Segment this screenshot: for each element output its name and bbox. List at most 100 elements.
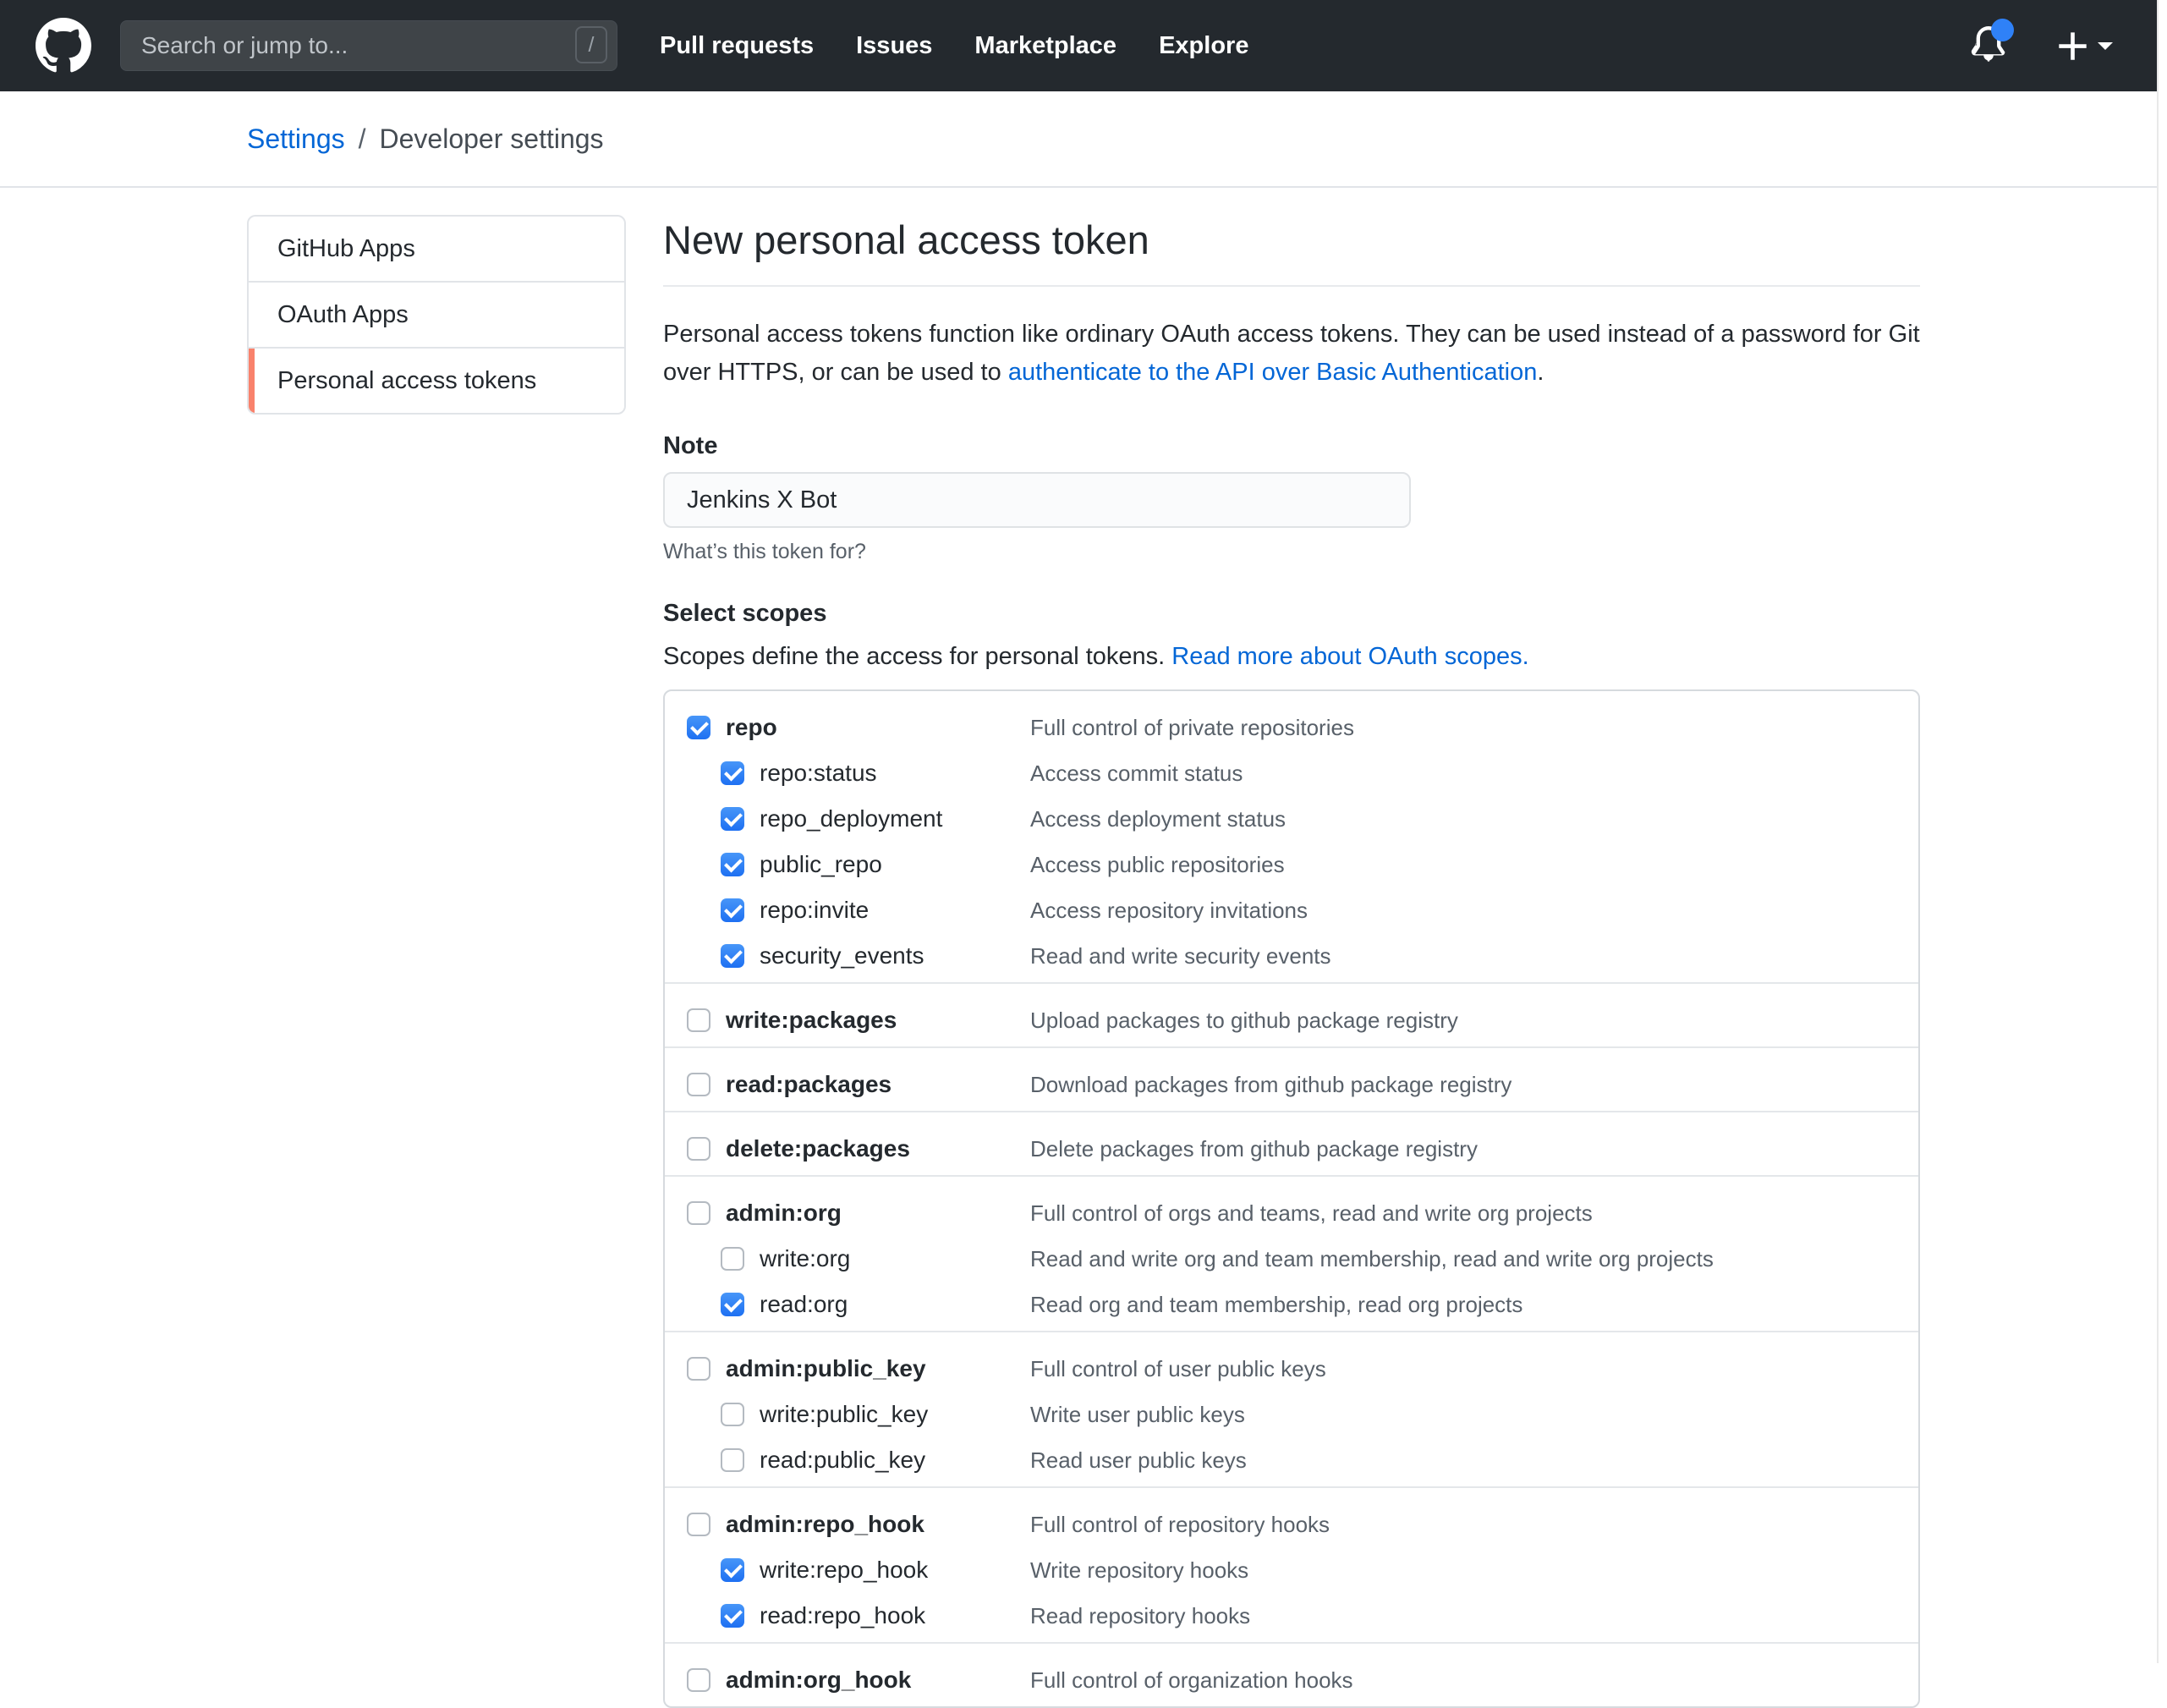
scope-label-box: write:repo_hook [760, 1557, 1030, 1584]
scope-row-write-public_key: write:public_keyWrite user public keys [721, 1400, 1896, 1429]
scope-row-read-public_key: read:public_key Read user public keys [721, 1446, 1896, 1475]
menu-item-oauth-apps[interactable]: OAuth Apps [249, 281, 624, 347]
scope-checkbox-read-org[interactable] [721, 1293, 744, 1316]
scope-checkbox-admin-org_hook[interactable] [687, 1668, 710, 1692]
scope-row-admin-repo_hook: admin:repo_hookFull control of repositor… [687, 1510, 1896, 1539]
scope-label-box: admin:org_hook [726, 1667, 1030, 1694]
scope-description: Access public repositories [1030, 852, 1285, 878]
scope-group-read-packages: read:packagesDownload packages from gith… [665, 1046, 1918, 1111]
scope-row-public_repo: public_repoAccess public repositories [721, 850, 1896, 879]
scope-label: admin:public_key [726, 1355, 926, 1381]
scope-label-box: admin:repo_hook [726, 1511, 1030, 1538]
scope-row-write-repo_hook: write:repo_hookWrite repository hooks [721, 1556, 1896, 1584]
menu-item-label: GitHub Apps [277, 235, 415, 263]
scope-list: repoFull control of private repositories… [663, 689, 1920, 1708]
main-column: New personal access token Personal acces… [663, 215, 1920, 1708]
scope-label: read:public_key [760, 1447, 925, 1473]
page-title: New personal access token [663, 217, 1920, 287]
scope-description: Upload packages to github package regist… [1030, 1008, 1458, 1034]
breadcrumb-current: Developer settings [380, 124, 604, 155]
search-input[interactable] [120, 20, 617, 71]
scope-label: write:org [760, 1245, 850, 1271]
scope-label: read:packages [726, 1071, 891, 1097]
scope-row-read-org: read:orgRead org and team membership, re… [721, 1290, 1896, 1319]
scope-checkbox-write-public_key[interactable] [721, 1403, 744, 1426]
basic-auth-link[interactable]: authenticate to the API over Basic Authe… [1008, 359, 1538, 386]
scope-label-box: repo [726, 714, 1030, 741]
breadcrumb-bar: Settings / Developer settings [0, 91, 2167, 188]
scrollbar-track[interactable] [2157, 0, 2167, 1663]
oauth-scopes-link[interactable]: Read more about OAuth scopes. [1171, 643, 1528, 670]
scope-checkbox-read-repo_hook[interactable] [721, 1604, 744, 1628]
scope-group-admin-repo_hook: admin:repo_hookFull control of repositor… [665, 1486, 1918, 1642]
nav-item-pull-requests[interactable]: Pull requests [660, 32, 814, 60]
scope-label-box: write:public_key [760, 1401, 1030, 1428]
breadcrumb-settings-link[interactable]: Settings [247, 124, 345, 155]
scope-description: Write repository hooks [1030, 1557, 1248, 1584]
plus-icon [2057, 30, 2088, 62]
scope-label: admin:org_hook [726, 1667, 911, 1693]
create-new-button[interactable] [2057, 30, 2113, 62]
scope-description: Access repository invitations [1030, 898, 1308, 924]
scope-description: Read and write org and team membership, … [1030, 1246, 1714, 1272]
main-nav: Pull requests Issues Marketplace Explore [660, 32, 1248, 60]
scope-description: Read and write security events [1030, 943, 1331, 969]
scope-label-box: public_repo [760, 851, 1030, 878]
scope-label-box: read:public_key [760, 1447, 1030, 1474]
scope-description: Access deployment status [1030, 806, 1286, 832]
menu-item-label: Personal access tokens [277, 367, 536, 395]
menu-item-label: OAuth Apps [277, 301, 409, 329]
scope-label: repo_deployment [760, 805, 942, 832]
scope-row-security_events: security_eventsRead and write security e… [721, 942, 1896, 970]
nav-item-explore[interactable]: Explore [1159, 32, 1248, 60]
scope-checkbox-write-packages[interactable] [687, 1008, 710, 1032]
scope-row-write-org: write:org Read and write org and team mem… [721, 1244, 1896, 1273]
scope-checkbox-write-repo_hook[interactable] [721, 1558, 744, 1582]
scope-label-box: delete:packages [726, 1135, 1030, 1162]
scope-checkbox-write-org[interactable] [721, 1247, 744, 1271]
scope-row-admin-org_hook: admin:org_hookFull control of organizati… [687, 1666, 1896, 1694]
note-input[interactable] [663, 472, 1411, 528]
scope-checkbox-repo[interactable] [687, 716, 710, 739]
scope-row-read-packages: read:packagesDownload packages from gith… [687, 1070, 1896, 1099]
scope-row-delete-packages: delete:packagesDelete packages from gith… [687, 1134, 1896, 1163]
scope-checkbox-admin-org[interactable] [687, 1201, 710, 1225]
scope-label-box: repo:invite [760, 897, 1030, 924]
intro-text: Personal access tokens function like ord… [663, 316, 1920, 392]
notifications-button[interactable] [1969, 26, 2008, 65]
scope-checkbox-repo-invite[interactable] [721, 898, 744, 922]
scope-checkbox-security_events[interactable] [721, 944, 744, 968]
scope-description: Read user public keys [1030, 1447, 1247, 1474]
scope-label-box: write:org [760, 1245, 1030, 1272]
scope-checkbox-read-public_key[interactable] [721, 1448, 744, 1472]
scope-checkbox-public_repo[interactable] [721, 853, 744, 876]
scope-row-admin-public_key: admin:public_keyFull control of user pub… [687, 1354, 1896, 1383]
developer-settings-menu: GitHub Apps OAuth Apps Personal access tok… [247, 215, 626, 415]
nav-item-issues[interactable]: Issues [856, 32, 932, 60]
scope-label: admin:org [726, 1200, 842, 1226]
scope-checkbox-admin-repo_hook[interactable] [687, 1513, 710, 1536]
scope-label-box: admin:public_key [726, 1355, 1030, 1382]
scope-checkbox-read-packages[interactable] [687, 1073, 710, 1096]
scope-group-admin-public_key: admin:public_keyFull control of user pub… [665, 1331, 1918, 1486]
intro-text-part2: . [1537, 359, 1544, 386]
breadcrumb: Settings / Developer settings [247, 124, 1920, 155]
scope-description: Full control of private repositories [1030, 715, 1354, 741]
scope-row-repo: repoFull control of private repositories [687, 713, 1896, 742]
menu-item-personal-access-tokens[interactable]: Personal access tokens [249, 347, 624, 413]
nav-item-marketplace[interactable]: Marketplace [974, 32, 1116, 60]
breadcrumb-separator: / [359, 124, 366, 155]
scope-label-box: write:packages [726, 1007, 1030, 1034]
scope-checkbox-repo-status[interactable] [721, 761, 744, 785]
scope-description: Read repository hooks [1030, 1603, 1250, 1629]
scopes-intro-text: Scopes define the access for personal to… [663, 643, 1171, 670]
github-logo-icon[interactable] [36, 18, 91, 74]
scope-checkbox-repo_deployment[interactable] [721, 807, 744, 831]
top-nav: / Pull requestsIssuesMarketplaceExplore [0, 0, 2167, 91]
scope-label-box: read:org [760, 1291, 1030, 1318]
scope-checkbox-delete-packages[interactable] [687, 1137, 710, 1161]
menu-item-github-apps[interactable]: GitHub Apps [249, 217, 624, 281]
scope-checkbox-admin-public_key[interactable] [687, 1357, 710, 1381]
scope-label: repo:invite [760, 897, 869, 923]
scope-label-box: security_events [760, 942, 1030, 969]
